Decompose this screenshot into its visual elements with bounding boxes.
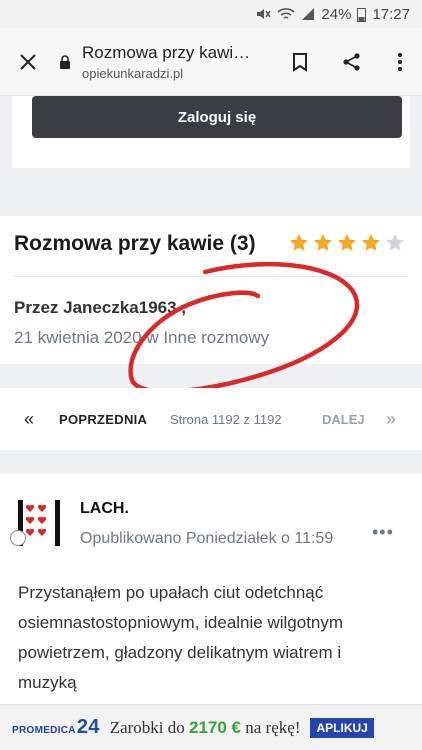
topic-meta: 21 kwietnia 2020 w Inne rozmowy (14, 328, 269, 348)
share-button[interactable] (326, 28, 378, 96)
wifi-icon (277, 8, 295, 19)
star-empty-icon (386, 233, 404, 251)
in-word: w (141, 328, 164, 347)
topic-title: Rozmowa przy kawie (3) (14, 232, 256, 255)
clock: 17:27 (372, 5, 410, 23)
rating-stars[interactable] (288, 232, 406, 254)
battery-percent: 24% (321, 5, 352, 23)
post-username[interactable]: LACH. (80, 500, 129, 518)
topic-date: 21 kwietnia 2020 (14, 328, 142, 347)
divider (14, 276, 408, 277)
lock-icon (56, 54, 74, 69)
next-page-button: DALEJ (322, 411, 365, 427)
ad-banner[interactable]: PROMEDICA24 Zarobki do 2170 € na rękę! A… (0, 704, 422, 750)
battery-icon (357, 7, 367, 22)
share-icon (343, 52, 360, 71)
login-button[interactable]: Zaloguj się (32, 96, 402, 138)
tab-title: Rozmowa przy kawie... (82, 42, 252, 62)
status-bar: 24% 17:27 (0, 0, 422, 28)
promedica-logo: PROMEDICA24 (12, 716, 100, 738)
post-timestamp: Opublikowano Poniedziałek o 11:59 (80, 530, 334, 547)
last-page-button: » (386, 408, 397, 429)
online-status-icon (10, 530, 26, 546)
page-indicator[interactable]: Strona 1192 z 1192 (170, 412, 282, 427)
star-filled-icon (338, 233, 356, 251)
signal-icon (302, 8, 315, 20)
pagination: « POPRZEDNIA Strona 1192 z 1192 DALEJ » (0, 388, 422, 450)
topic-author[interactable]: Przez Janeczka1963 , (14, 298, 186, 318)
star-filled-icon (362, 233, 380, 251)
first-page-button[interactable]: « (24, 409, 34, 430)
url-display[interactable]: Rozmowa przy kawie... opiekunkaradzi.pl (56, 43, 274, 81)
post: LACH. Opublikowano Poniedziałek o 11:59 … (0, 474, 422, 704)
more-vert-icon (398, 52, 402, 71)
star-filled-icon (290, 233, 308, 251)
topic-header: Rozmowa przy kawie (3) Przez Janeczka196… (0, 216, 422, 364)
bookmark-button[interactable] (274, 28, 326, 96)
domain-text: opiekunkaradzi.pl (82, 65, 184, 81)
ad-amount: 2170 € (189, 717, 242, 737)
mute-icon (257, 9, 272, 19)
bookmark-icon (293, 52, 307, 72)
menu-button[interactable] (378, 28, 422, 96)
close-tab-button[interactable] (0, 28, 56, 96)
ad-text: Zarobki do 2170 € na rękę! (109, 717, 301, 737)
apply-button[interactable]: APLIKUJ (310, 717, 374, 738)
star-filled-icon (314, 233, 332, 251)
browser-toolbar: Rozmowa przy kawie... opiekunkaradzi.pl (0, 28, 422, 96)
previous-page-button[interactable]: POPRZEDNIA (59, 412, 147, 427)
post-options-button[interactable]: ••• (372, 522, 394, 543)
topic-category-link[interactable]: Inne rozmowy (163, 328, 269, 347)
post-body: Przystanąłem po upałach ciut odetchnąć o… (18, 583, 344, 692)
login-card: Zaloguj się (12, 96, 410, 168)
close-icon (20, 53, 36, 70)
